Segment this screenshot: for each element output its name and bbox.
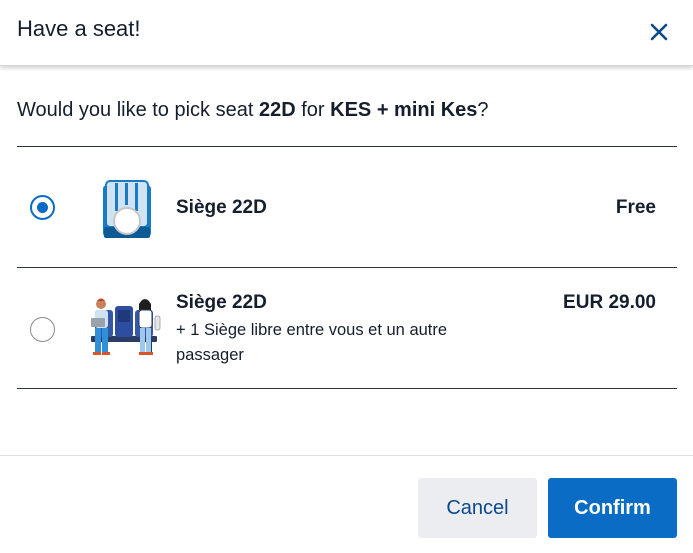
seat-option-free[interactable]: Siège 22D Free: [17, 147, 677, 267]
option-title: Siège 22D: [176, 197, 267, 218]
seat-option-empty-neighbor[interactable]: Siège 22D EUR 29.00 + 1 Siège libre entr…: [17, 268, 677, 388]
question-prefix: Would you like to pick seat: [17, 99, 259, 121]
cancel-button[interactable]: Cancel: [418, 478, 537, 538]
option-price: Free: [615, 197, 656, 218]
question-seat: 22D: [258, 99, 296, 121]
question-suffix: ?: [477, 99, 489, 121]
radio-selected[interactable]: [30, 195, 55, 220]
close-button[interactable]: [645, 18, 673, 46]
option-price: EUR 29.00: [563, 292, 656, 313]
empty-seat-between-passengers-icon: [91, 298, 161, 355]
single-seat-icon: [103, 180, 151, 238]
close-icon: [650, 23, 668, 41]
dialog-header: Have a seat!: [0, 0, 693, 66]
confirm-button[interactable]: Confirm: [548, 478, 677, 538]
radio-unselected[interactable]: [30, 317, 55, 342]
question-passenger: KES + mini Kes: [330, 99, 478, 121]
dialog-footer: Cancel Confirm: [0, 455, 693, 553]
option-title: Siège 22D: [176, 292, 267, 313]
option-description: + 1 Siège libre entre vous et un autre p…: [176, 321, 448, 364]
dialog-title: Have a seat!: [17, 16, 141, 41]
question-middle: for: [295, 99, 331, 121]
divider: [17, 388, 677, 389]
seat-question: Would you like to pick seat 22D for KES …: [17, 99, 489, 122]
